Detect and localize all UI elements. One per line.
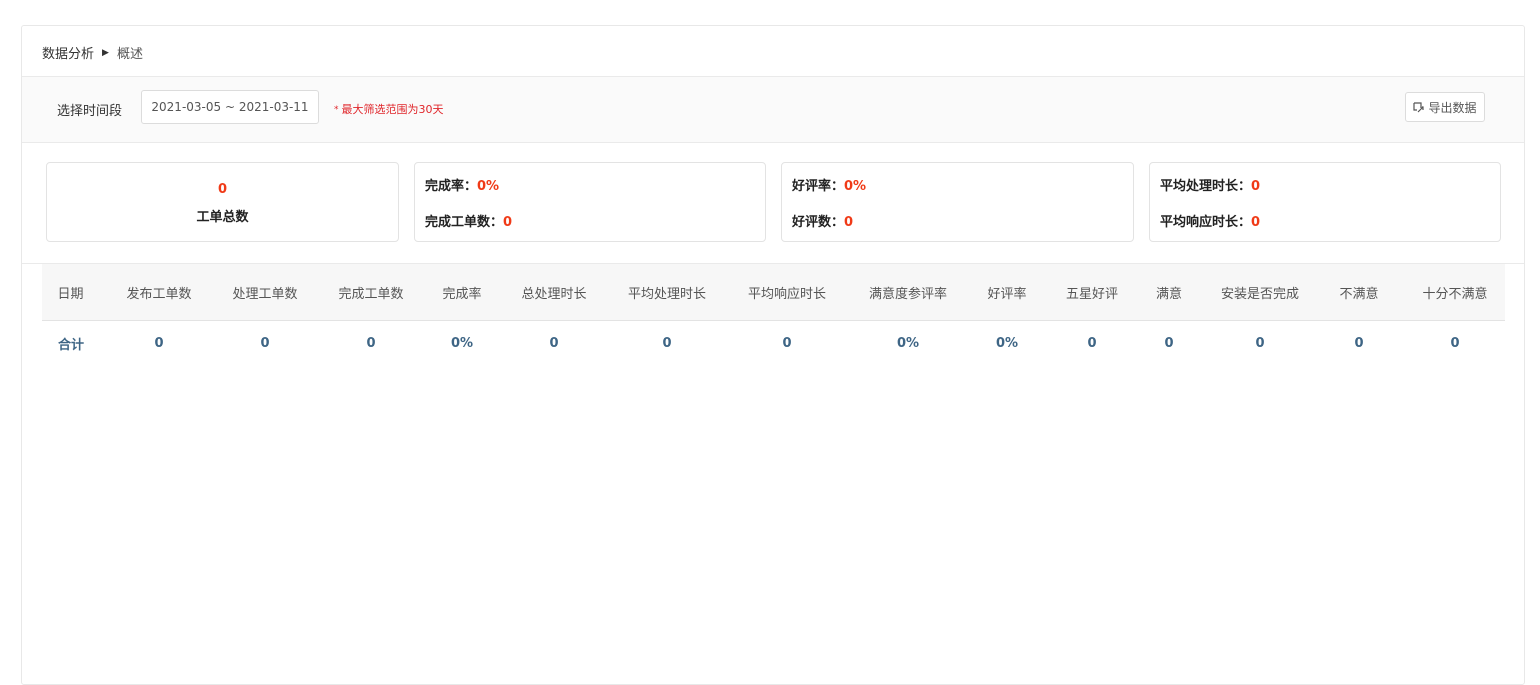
overview-panel: 数据分析 ▶ 概述 选择时间段 2021-03-05 ~ 2021-03-11 … bbox=[21, 25, 1525, 685]
table-row-total: 合计 0 0 0 0% 0 0 0 0% 0% 0 0 0 0 0 bbox=[42, 321, 1505, 366]
range-hint: * 最大筛选范围为30天 bbox=[334, 101, 444, 117]
col-header: 完成率 bbox=[431, 264, 493, 321]
avg-response-time-label: 平均响应时长： bbox=[1160, 215, 1252, 230]
completion-rate-value: 0% bbox=[477, 179, 500, 194]
col-header: 安装是否完成 bbox=[1207, 264, 1313, 321]
table-cell: 0 bbox=[154, 335, 164, 351]
col-header: 五星好评 bbox=[1053, 264, 1131, 321]
triangle-right-icon: ▶ bbox=[102, 47, 109, 58]
praise-rate: 好评率：0% bbox=[792, 175, 866, 194]
col-header: 处理工单数 bbox=[219, 264, 311, 321]
col-header: 总处理时长 bbox=[493, 264, 615, 321]
card-duration: 平均处理时长：0 平均响应时长：0 bbox=[1149, 162, 1501, 242]
export-label: 导出数据 bbox=[1428, 100, 1477, 115]
col-header: 好评率 bbox=[961, 264, 1053, 321]
card-praise: 好评率：0% 好评数：0 bbox=[781, 162, 1134, 242]
table-cell: 0 bbox=[1255, 335, 1265, 351]
time-range-label: 选择时间段 bbox=[57, 104, 123, 119]
table-cell: 0 bbox=[549, 335, 559, 351]
table-cell: 0 bbox=[1354, 335, 1364, 351]
col-header: 平均响应时长 bbox=[719, 264, 855, 321]
table-cell: 0% bbox=[450, 335, 474, 351]
required-star: * bbox=[334, 105, 339, 115]
breadcrumb-current: 概述 bbox=[116, 47, 143, 62]
avg-process-time-value: 0 bbox=[1251, 179, 1261, 194]
filter-bar: 选择时间段 2021-03-05 ~ 2021-03-11 * 最大筛选范围为30… bbox=[22, 77, 1524, 143]
col-header: 日期 bbox=[42, 264, 99, 321]
stats-table: 日期 发布工单数 处理工单数 完成工单数 完成率 总处理时长 平均处理时长 平均… bbox=[42, 264, 1505, 365]
table-cell: 0 bbox=[782, 335, 792, 351]
card-total-orders: 0 工单总数 bbox=[46, 162, 399, 242]
col-header: 不满意 bbox=[1313, 264, 1405, 321]
table-cell: 0 bbox=[1450, 335, 1460, 351]
praise-count-label: 好评数： bbox=[792, 215, 845, 230]
col-header: 发布工单数 bbox=[99, 264, 219, 321]
col-header: 满意度参评率 bbox=[855, 264, 961, 321]
praise-rate-label: 好评率： bbox=[792, 179, 845, 194]
col-header: 满意 bbox=[1131, 264, 1207, 321]
avg-response-time: 平均响应时长：0 bbox=[1160, 211, 1260, 230]
card-completion: 完成率：0% 完成工单数：0 bbox=[414, 162, 766, 242]
table-cell: 0% bbox=[896, 335, 920, 351]
summary-cards: 0 工单总数 完成率：0% 完成工单数：0 好评率：0% 好评数：0 平均处理时… bbox=[22, 143, 1524, 264]
breadcrumb-parent[interactable]: 数据分析 bbox=[42, 43, 94, 62]
col-header: 平均处理时长 bbox=[615, 264, 719, 321]
completion-rate-label: 完成率： bbox=[425, 179, 478, 194]
total-orders-value: 0 bbox=[217, 182, 228, 197]
total-orders-label: 工单总数 bbox=[196, 210, 249, 225]
table-cell: 0 bbox=[1164, 335, 1174, 351]
table-cell: 0 bbox=[366, 335, 376, 351]
col-header: 完成工单数 bbox=[311, 264, 431, 321]
praise-count: 好评数：0 bbox=[792, 211, 853, 230]
completed-count: 完成工单数：0 bbox=[425, 211, 512, 230]
avg-process-time-label: 平均处理时长： bbox=[1160, 179, 1252, 194]
date-range-picker[interactable]: 2021-03-05 ~ 2021-03-11 bbox=[141, 90, 319, 124]
table-cell: 合计 bbox=[58, 337, 85, 353]
completed-count-label: 完成工单数： bbox=[425, 215, 504, 230]
praise-rate-value: 0% bbox=[844, 179, 867, 194]
praise-count-value: 0 bbox=[844, 215, 854, 230]
export-icon bbox=[1413, 101, 1425, 112]
table-header-row: 日期 发布工单数 处理工单数 完成工单数 完成率 总处理时长 平均处理时长 平均… bbox=[42, 264, 1505, 321]
table-cell: 0% bbox=[995, 335, 1019, 351]
col-header: 十分不满意 bbox=[1405, 264, 1505, 321]
completed-count-value: 0 bbox=[503, 215, 513, 230]
breadcrumb: 数据分析 ▶ 概述 bbox=[42, 43, 143, 62]
avg-process-time: 平均处理时长：0 bbox=[1160, 175, 1260, 194]
table-cell: 0 bbox=[1087, 335, 1097, 351]
export-data-button[interactable]: 导出数据 bbox=[1405, 92, 1485, 122]
table-cell: 0 bbox=[260, 335, 270, 351]
avg-response-time-value: 0 bbox=[1251, 215, 1261, 230]
completion-rate: 完成率：0% bbox=[425, 175, 499, 194]
range-hint-text: 最大筛选范围为30天 bbox=[341, 103, 444, 116]
table-cell: 0 bbox=[662, 335, 672, 351]
